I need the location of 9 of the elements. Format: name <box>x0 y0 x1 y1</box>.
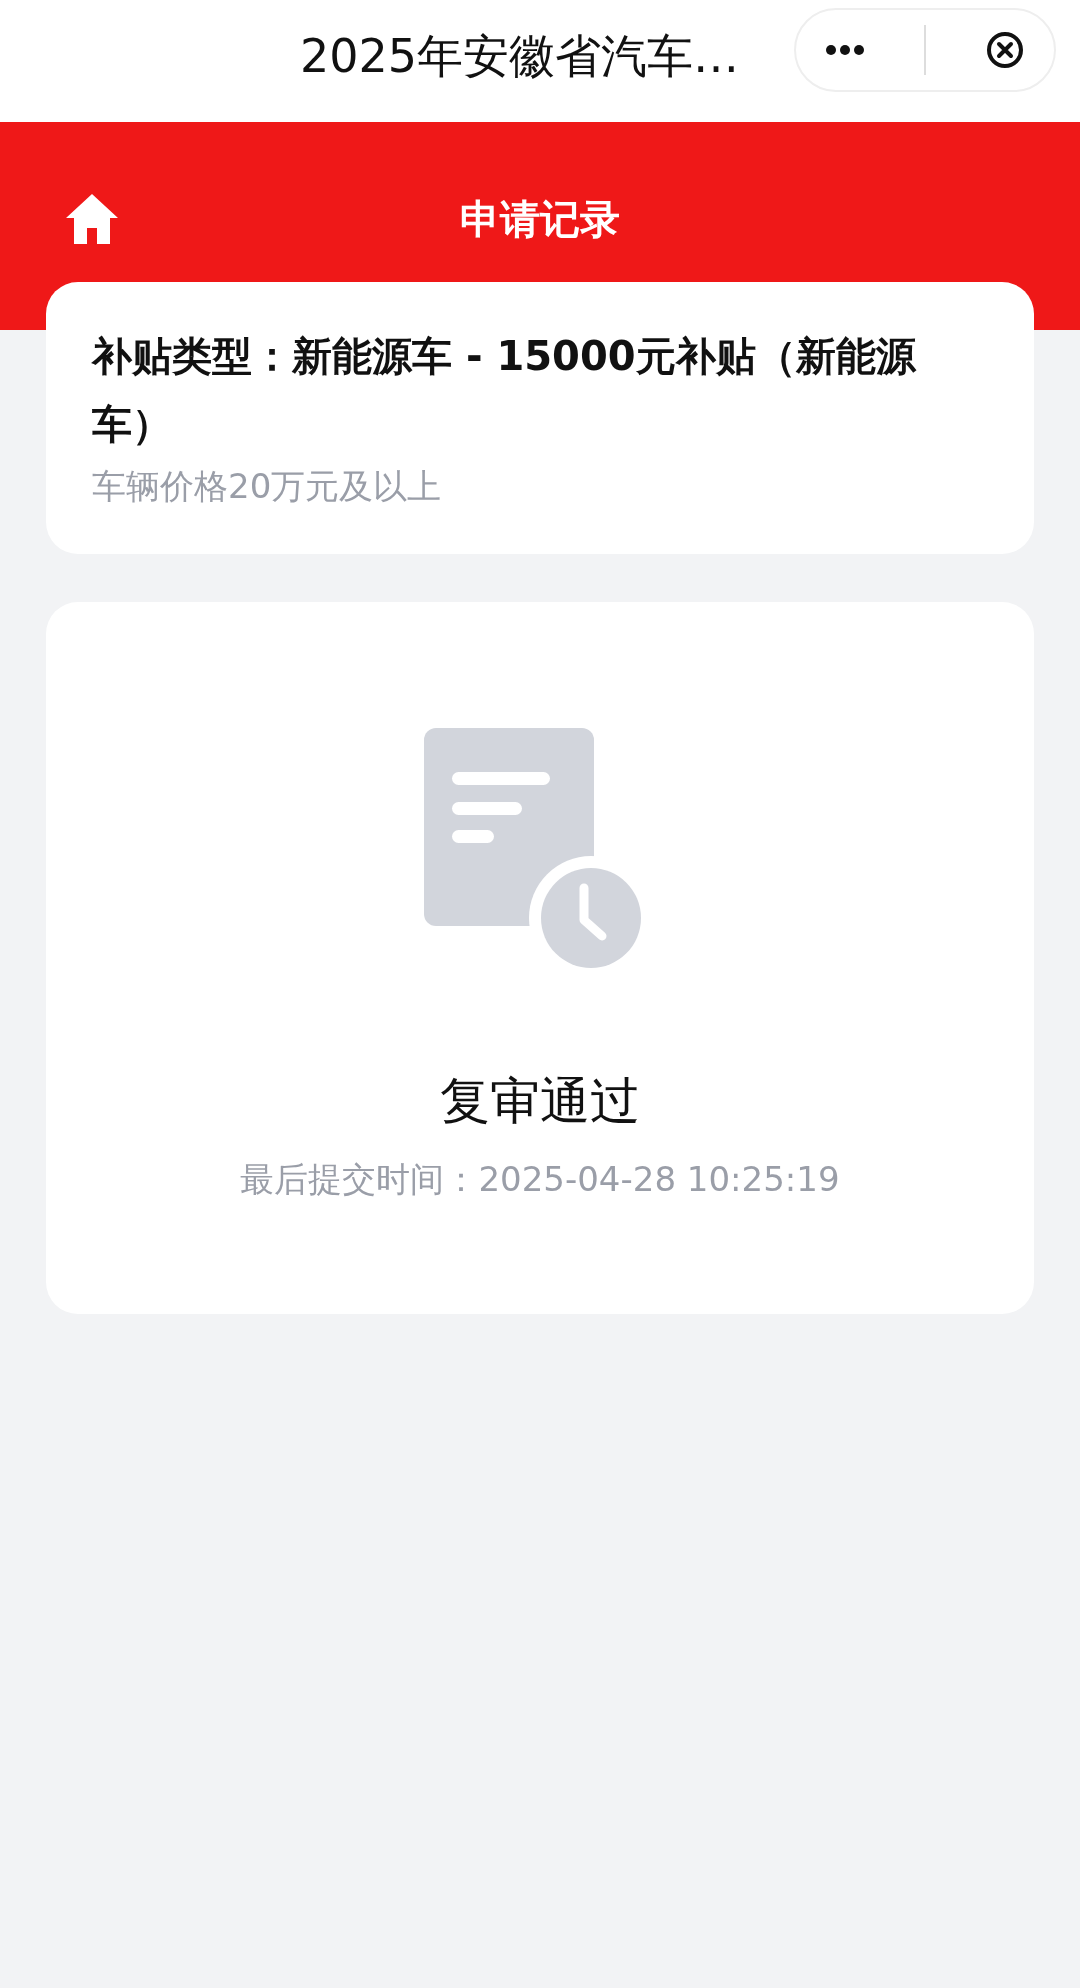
page-title: 申请记录 <box>460 194 620 244</box>
submit-time: 最后提交时间：2025-04-28 10:25:19 <box>240 1158 840 1201</box>
subsidy-type: 补贴类型：新能源车 - 15000元补贴（新能源车） <box>92 332 918 449</box>
close-icon[interactable] <box>984 30 1025 70</box>
subsidy-condition: 车辆价格20万元及以上 <box>92 465 443 508</box>
review-status: 复审通过 <box>440 1071 640 1132</box>
window-title: 2025年安徽省汽车… <box>300 28 740 85</box>
more-icon[interactable] <box>825 44 866 56</box>
home-icon[interactable] <box>64 192 120 246</box>
